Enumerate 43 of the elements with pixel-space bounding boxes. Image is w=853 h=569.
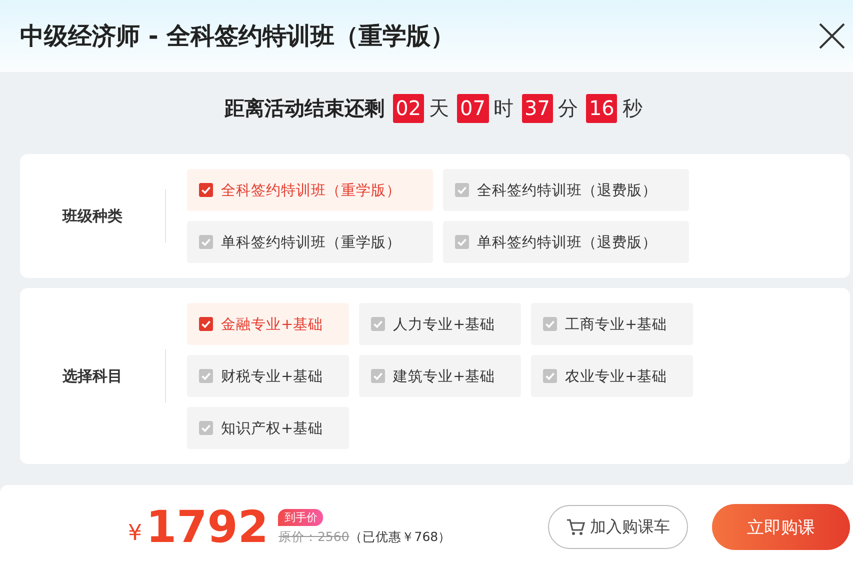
discount-text: （已优惠￥768） xyxy=(349,528,452,546)
dialog-title: 中级经济师 - 全科签约特训班（重学版） xyxy=(20,21,456,52)
add-to-cart-button[interactable]: 加入购课车 xyxy=(548,505,688,549)
checkbox-icon xyxy=(199,235,213,249)
countdown-unit: 秒 xyxy=(622,94,642,122)
countdown-unit: 天 xyxy=(429,94,450,122)
countdown-unit: 时 xyxy=(494,94,514,122)
checkbox-icon xyxy=(455,183,469,197)
option-chip[interactable]: 知识产权+基础 xyxy=(187,407,349,449)
option-chip[interactable]: 建筑专业+基础 xyxy=(359,355,521,397)
currency-sign: ¥ xyxy=(128,520,142,546)
option-chip[interactable]: 工商专业+基础 xyxy=(531,303,693,345)
checkbox-icon xyxy=(543,369,557,383)
price: 1792 xyxy=(146,502,268,552)
countdown-number: 37 xyxy=(522,94,553,122)
checkbox-icon xyxy=(371,369,385,383)
countdown-number: 16 xyxy=(586,94,618,122)
buy-now-button[interactable]: 立即购课 xyxy=(712,504,850,550)
option-chip[interactable]: 单科签约特训班（退费版） xyxy=(443,221,689,263)
option-chip[interactable]: 金融专业+基础 xyxy=(187,303,349,345)
checkbox-icon xyxy=(455,235,469,249)
option-chip[interactable]: 全科签约特训班（重学版） xyxy=(187,169,433,211)
option-chip[interactable]: 全科签约特训班（退费版） xyxy=(443,169,689,211)
option-chip[interactable]: 单科签约特训班（重学版） xyxy=(187,221,433,263)
checkbox-icon xyxy=(199,317,213,331)
section-label: 选择科目 xyxy=(62,366,122,386)
checkbox-icon xyxy=(199,183,213,197)
price-badge: 到手价 xyxy=(278,508,324,526)
countdown-number: 07 xyxy=(457,94,488,122)
countdown-number: 02 xyxy=(392,94,424,122)
checkbox-icon xyxy=(543,317,557,331)
close-icon[interactable] xyxy=(819,23,845,49)
original-price: 原价：2560 xyxy=(278,528,350,546)
option-chip[interactable]: 农业专业+基础 xyxy=(531,355,693,397)
option-chip[interactable]: 财税专业+基础 xyxy=(187,355,349,397)
checkbox-icon xyxy=(199,369,213,383)
section-label: 班级种类 xyxy=(62,206,122,226)
countdown-label: 距离活动结束还剩 xyxy=(224,94,385,122)
option-chip[interactable]: 人力专业+基础 xyxy=(359,303,521,345)
countdown-unit: 分 xyxy=(558,94,578,122)
checkbox-icon xyxy=(371,317,385,331)
cart-icon xyxy=(566,517,586,537)
checkbox-icon xyxy=(199,421,213,435)
